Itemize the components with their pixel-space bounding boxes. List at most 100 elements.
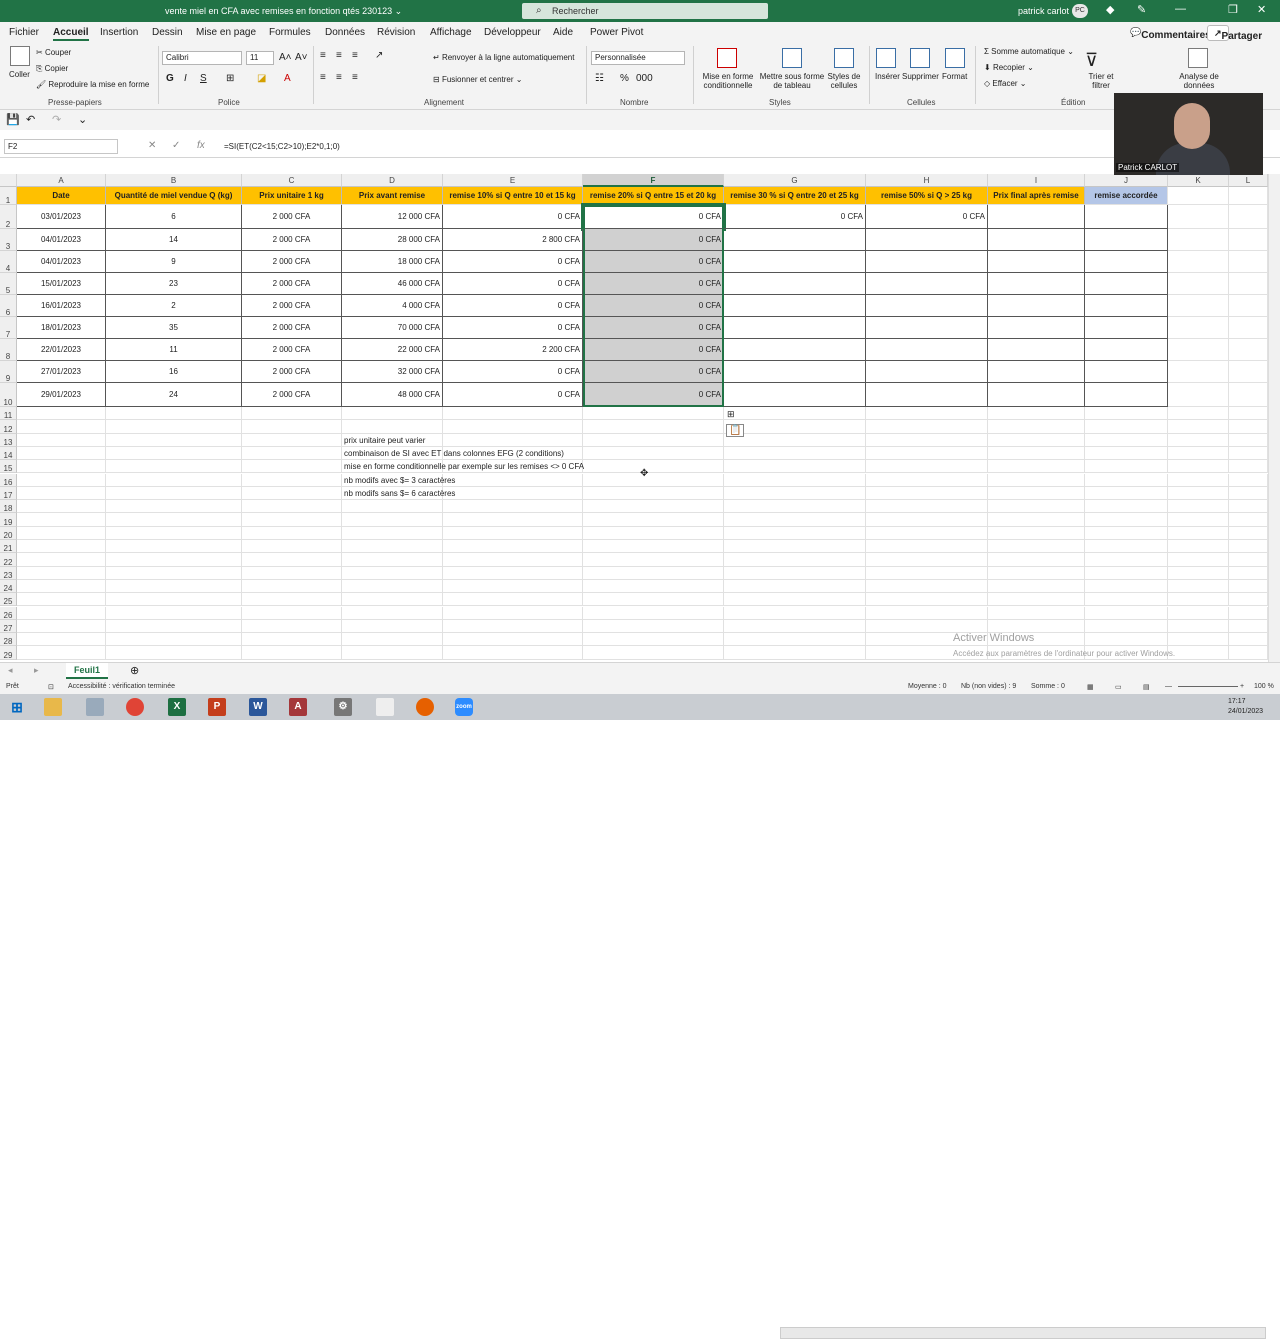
grid-cell[interactable] (242, 619, 342, 634)
font-color-icon[interactable]: A (284, 73, 291, 84)
document-title[interactable]: vente miel en CFA avec remises en foncti… (165, 6, 402, 17)
grid-cell[interactable] (866, 473, 988, 487)
grid-cell[interactable] (724, 513, 866, 527)
grid-cell[interactable] (1168, 513, 1229, 527)
grid-cell[interactable] (17, 553, 106, 567)
table-cell[interactable]: 32 000 CFA (342, 361, 443, 383)
table-cell[interactable]: 0 CFA (583, 339, 724, 361)
table-cell[interactable]: 0 CFA (443, 205, 583, 229)
grid-cell[interactable] (1229, 486, 1268, 501)
row-header[interactable]: 24 (0, 579, 17, 594)
pen-icon[interactable]: ✎ (1137, 3, 1146, 16)
grid-cell[interactable] (242, 500, 342, 514)
grid-cell[interactable] (17, 433, 106, 447)
grid-cell[interactable] (583, 646, 724, 660)
row-header[interactable]: 3 (0, 229, 17, 251)
grid-cell[interactable] (1229, 187, 1268, 205)
grid-cell[interactable] (1168, 407, 1229, 421)
table-header-cell[interactable]: Prix avant remise (342, 187, 443, 205)
thousands-icon[interactable]: 000 (636, 73, 653, 84)
table-cell[interactable] (1085, 339, 1168, 361)
grid-cell[interactable] (866, 579, 988, 594)
format-cells-button[interactable]: Format (942, 72, 967, 81)
row-header[interactable]: 2 (0, 205, 17, 229)
column-header-e[interactable]: E (443, 174, 583, 187)
horizontal-scrollbar[interactable] (780, 1327, 1266, 1339)
redo-icon[interactable]: ↷ (52, 113, 61, 126)
grid-cell[interactable] (724, 606, 866, 620)
grid-cell[interactable] (1085, 526, 1168, 540)
table-cell[interactable]: 04/01/2023 (17, 251, 106, 273)
grid-cell[interactable] (17, 446, 106, 461)
table-cell[interactable]: 0 CFA (443, 361, 583, 383)
grid-cell[interactable] (1229, 513, 1268, 527)
tab-aide[interactable]: Aide (553, 27, 573, 38)
grid-cell[interactable] (17, 579, 106, 594)
align-middle-icon[interactable]: ≡ (336, 50, 342, 61)
grid-cell[interactable] (724, 593, 866, 607)
conditional-format-icon[interactable] (717, 48, 737, 68)
grid-cell[interactable] (583, 407, 724, 421)
grid-cell[interactable] (1229, 339, 1268, 361)
grid-cell[interactable] (1168, 361, 1229, 383)
underline-button[interactable]: S (200, 73, 207, 84)
table-cell[interactable] (724, 339, 866, 361)
grid-cell[interactable] (1229, 317, 1268, 339)
firefox-icon[interactable] (416, 698, 434, 716)
grid-cell[interactable] (1168, 540, 1229, 554)
grid-cell[interactable] (1168, 526, 1229, 540)
table-cell[interactable]: 11 (106, 339, 242, 361)
grid-cell[interactable] (1085, 540, 1168, 554)
worksheet-grid[interactable]: A B C D E F G H I J K L 1 2 3 4 5 6 7 8 9 10 11 12 13 14 15 16 17 18 1… (0, 174, 1268, 662)
shrink-font-icon[interactable]: A˅ (295, 52, 308, 63)
grid-cell[interactable] (443, 500, 583, 514)
grid-cell[interactable] (443, 526, 583, 540)
macro-icon[interactable]: ⊡ (48, 683, 54, 691)
clock-time[interactable]: 17:17 (1228, 698, 1246, 705)
grid-cell[interactable] (988, 566, 1085, 580)
grid-cell[interactable] (242, 553, 342, 567)
table-header-cell[interactable]: remise accordée (1085, 187, 1168, 205)
powerpoint-icon[interactable]: P (208, 698, 226, 716)
table-cell[interactable]: 16/01/2023 (17, 295, 106, 317)
table-cell[interactable]: 70 000 CFA (342, 317, 443, 339)
table-cell[interactable]: 0 CFA (443, 383, 583, 407)
table-cell[interactable]: 0 CFA (583, 317, 724, 339)
table-cell[interactable] (1085, 383, 1168, 407)
grid-cell[interactable] (1229, 553, 1268, 567)
insert-cells-icon[interactable] (876, 48, 896, 68)
grid-cell[interactable] (106, 420, 242, 434)
table-header-cell[interactable]: Quantité de miel vendue Q (kg) (106, 187, 242, 205)
grid-cell[interactable] (242, 420, 342, 434)
page-break-icon[interactable]: ▤ (1143, 683, 1150, 691)
grid-cell[interactable] (443, 579, 583, 594)
row-header[interactable]: 28 (0, 633, 17, 647)
grid-cell[interactable] (17, 619, 106, 634)
grid-cell[interactable] (1229, 500, 1268, 514)
tab-dessin[interactable]: Dessin (152, 27, 183, 38)
grid-cell[interactable] (1168, 205, 1229, 229)
grid-cell[interactable] (342, 540, 443, 554)
grid-cell[interactable] (1168, 187, 1229, 205)
table-cell[interactable]: 0 CFA (583, 229, 724, 251)
grid-cell[interactable] (1229, 383, 1268, 407)
table-cell[interactable] (988, 229, 1085, 251)
grid-cell[interactable] (1229, 251, 1268, 273)
grid-cell[interactable] (242, 486, 342, 501)
table-cell[interactable]: 2 000 CFA (242, 273, 342, 295)
cancel-icon[interactable]: ✕ (148, 140, 156, 151)
vertical-scrollbar[interactable] (1268, 174, 1280, 662)
grid-cell[interactable] (1085, 420, 1168, 434)
grid-cell[interactable] (1229, 606, 1268, 620)
table-cell[interactable]: 2 000 CFA (242, 229, 342, 251)
grid-cell[interactable] (1085, 513, 1168, 527)
minimize-icon[interactable]: — (1175, 3, 1186, 15)
grid-cell[interactable] (443, 407, 583, 421)
grid-cell[interactable] (342, 593, 443, 607)
grid-cell[interactable] (724, 433, 866, 447)
table-cell[interactable]: 29/01/2023 (17, 383, 106, 407)
prev-sheet-icon[interactable]: ◂ (8, 665, 13, 676)
table-cell[interactable]: 22 000 CFA (342, 339, 443, 361)
table-cell[interactable]: 18 000 CFA (342, 251, 443, 273)
grid-cell[interactable] (1085, 606, 1168, 620)
